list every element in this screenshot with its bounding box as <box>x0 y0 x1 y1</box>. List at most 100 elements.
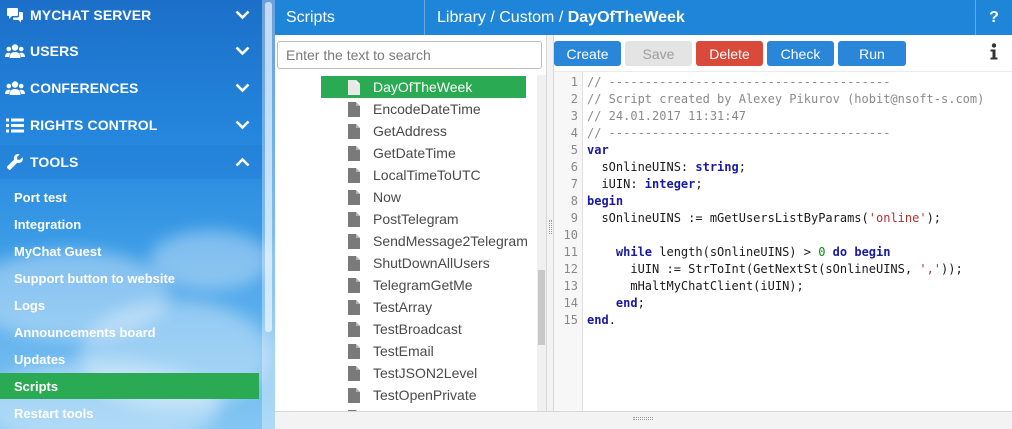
sidebar-scroll-thumb[interactable] <box>265 2 272 332</box>
sidebar-section-toggle[interactable] <box>222 46 262 56</box>
sidebar-section-label: TOOLS <box>30 154 79 170</box>
code-line[interactable]: // 24.01.2017 11:31:47 <box>587 108 746 125</box>
wrench-icon <box>0 153 30 171</box>
sidebar-section-mychat-server[interactable]: MYCHAT SERVER <box>0 0 262 32</box>
sidebar-section-toggle[interactable] <box>222 83 262 93</box>
file-name: TelegramGetMe <box>373 277 473 293</box>
line-number-gutter: 1 2 3 4 5 6 7 8 9 10 11 12 13 14 15 <box>554 72 583 412</box>
panel-splitter[interactable] <box>547 35 554 411</box>
sidebar-item-integration[interactable]: Integration <box>0 211 262 237</box>
info-icon[interactable] <box>986 43 1002 63</box>
file-list-item[interactable]: LocalTimeToUTC <box>321 164 526 186</box>
breadcrumb: Library / Custom / DayOfTheWeek <box>425 0 975 35</box>
code-line[interactable]: // -------------------------------------… <box>587 74 890 91</box>
search-input[interactable] <box>277 41 542 69</box>
line-number: 12 <box>563 262 578 276</box>
chevron-down-icon[interactable] <box>235 120 250 130</box>
splitter-grip[interactable] <box>549 220 552 234</box>
sidebar-item-updates[interactable]: Updates <box>0 346 262 372</box>
file-name: DayOfTheWeek <box>373 79 473 95</box>
file-name: TestEmail <box>373 343 434 359</box>
code-line[interactable]: sOnlineUINS: string; <box>587 159 746 176</box>
code-line[interactable]: while length(sOnlineUINS) > 0 do begin <box>587 244 891 261</box>
file-name: LocalTimeToUTC <box>373 167 481 183</box>
sidebar-section-toggle[interactable] <box>222 120 262 130</box>
delete-button[interactable]: Delete <box>696 41 763 66</box>
file-icon <box>348 167 360 183</box>
file-list-item[interactable]: Now <box>321 186 526 208</box>
file-list-item[interactable]: PostTelegram <box>321 208 526 230</box>
file-list-item[interactable]: TestOpenPrivate <box>321 384 526 406</box>
sidebar-item-scripts[interactable]: Scripts <box>0 373 259 399</box>
line-number: 8 <box>570 194 578 208</box>
file-list-scrollbar[interactable] <box>537 75 546 411</box>
file-list-item[interactable]: ShutDownAllUsers <box>321 252 526 274</box>
file-list-item[interactable]: TestBroadcast <box>321 318 526 340</box>
file-icon <box>348 365 360 381</box>
run-button[interactable]: Run <box>838 41 906 66</box>
users-icon <box>0 43 30 59</box>
file-name: EncodeDateTime <box>373 101 481 117</box>
file-icon <box>348 277 360 293</box>
file-name: ShutDownAllUsers <box>373 255 490 271</box>
sidebar-section-toggle[interactable] <box>222 10 262 20</box>
file-list-item[interactable]: TestJSON2Level <box>321 362 526 384</box>
file-list-item[interactable]: TelegramGetMe <box>321 274 526 296</box>
save-button[interactable]: Save <box>625 41 692 66</box>
file-list-item[interactable]: TestEmail <box>321 340 526 362</box>
code-line[interactable]: // Script created by Alexey Pikurov (hob… <box>587 91 984 108</box>
sidebar-item-announcements-board[interactable]: Announcements board <box>0 319 262 345</box>
file-list-item[interactable]: DayOfTheWeek <box>321 76 526 98</box>
sidebar-section-rights-control[interactable]: RIGHTS CONTROL <box>0 108 262 142</box>
sidebar-section-conferences[interactable]: CONFERENCES <box>0 71 262 105</box>
line-number: 1 <box>570 75 578 89</box>
file-icon <box>348 79 360 95</box>
sidebar-scrollbar[interactable] <box>262 0 275 429</box>
file-list-item[interactable]: EncodeDateTime <box>321 98 526 120</box>
line-number: 5 <box>570 143 578 157</box>
sidebar-section-tools[interactable]: TOOLS <box>0 145 262 179</box>
bottom-splitter[interactable] <box>275 411 1012 429</box>
file-icon <box>348 101 360 117</box>
sidebar-section-label: RIGHTS CONTROL <box>30 117 158 133</box>
line-number: 14 <box>563 296 578 310</box>
code-line[interactable]: mHaltMyChatClient(iUIN); <box>587 278 803 295</box>
file-icon <box>348 343 360 359</box>
file-list-item[interactable]: GetAddress <box>321 120 526 142</box>
help-button[interactable]: ? <box>975 0 1012 35</box>
create-button[interactable]: Create <box>554 41 621 66</box>
code-line[interactable]: iUIN: integer; <box>587 176 702 193</box>
check-button[interactable]: Check <box>767 41 834 66</box>
code-editor[interactable]: 1 2 3 4 5 6 7 8 9 10 11 12 13 14 15 // ---------------… <box>554 71 1012 412</box>
sidebar-section-toggle[interactable] <box>222 157 262 167</box>
chevron-down-icon[interactable] <box>235 10 250 20</box>
file-icon <box>348 211 360 227</box>
file-icon <box>348 123 360 139</box>
sidebar-item-support-button-to-website[interactable]: Support button to website <box>0 265 262 291</box>
sidebar-item-mychat-guest[interactable]: MyChat Guest <box>0 238 262 264</box>
code-line[interactable]: end. <box>587 312 616 329</box>
file-list-item[interactable]: GetDateTime <box>321 142 526 164</box>
chevron-up-icon[interactable] <box>235 157 250 167</box>
line-number: 4 <box>570 126 578 140</box>
sidebar-item-restart-tools[interactable]: Restart tools <box>0 400 262 426</box>
sidebar-item-logs[interactable]: Logs <box>0 292 262 318</box>
file-list-item[interactable]: SendMessage2Telegram <box>321 230 528 252</box>
chevron-down-icon[interactable] <box>235 46 250 56</box>
code-line[interactable]: var <box>587 142 609 159</box>
file-icon <box>348 145 360 161</box>
chevron-down-icon[interactable] <box>235 83 250 93</box>
file-list-item[interactable]: TestArray <box>321 296 526 318</box>
code-line[interactable]: iUIN := StrToInt(GetNextSt(sOnlineUINS, … <box>587 261 962 278</box>
line-number: 2 <box>570 92 578 106</box>
code-line[interactable]: begin <box>587 193 623 210</box>
bottom-splitter-grip[interactable] <box>633 417 653 420</box>
sidebar-section-users[interactable]: USERS <box>0 34 262 68</box>
code-line[interactable]: end; <box>587 295 645 312</box>
code-line[interactable]: sOnlineUINS := mGetUsersListByParams('on… <box>587 210 941 227</box>
list-icon <box>0 118 30 133</box>
file-name: GetDateTime <box>373 145 456 161</box>
file-list-scroll-thumb[interactable] <box>538 270 545 345</box>
code-line[interactable]: // -------------------------------------… <box>587 125 890 142</box>
sidebar-item-port-test[interactable]: Port test <box>0 184 262 210</box>
